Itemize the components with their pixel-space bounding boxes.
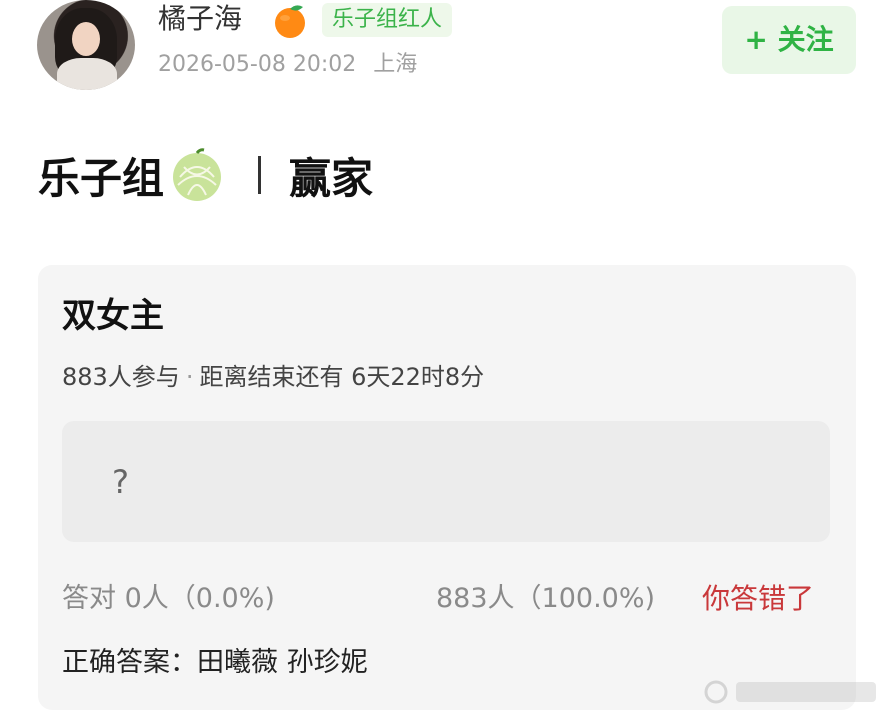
follow-button[interactable]: + 关注 — [722, 6, 856, 74]
avatar-face — [72, 22, 100, 56]
info-dot: · — [185, 363, 194, 391]
quiz-info: 883人参与 · 距离结束还有 6天22时8分 — [62, 360, 484, 394]
quiz-participants: 883人参与 — [62, 363, 180, 391]
avatar[interactable] — [37, 0, 135, 90]
correct-answer: 正确答案：田曦薇 孙珍妮 — [62, 647, 368, 678]
avatar-body — [57, 58, 117, 90]
author-badge[interactable]: 乐子组红人 — [322, 3, 453, 37]
author-name[interactable]: 橘子海 — [158, 2, 242, 36]
tangerine-icon — [275, 5, 305, 38]
post-title-right: 赢家 — [289, 153, 374, 203]
correct-stat: 答对 0人（0.0%) — [62, 583, 275, 614]
post-timestamp: 2026-05-08 20:02 — [158, 52, 357, 77]
title-separator — [258, 156, 262, 194]
post-meta: 2026-05-08 20:02 上海 — [158, 50, 417, 80]
result-label: 你答错了 — [702, 582, 815, 615]
quiz-title: 双女主 — [62, 296, 164, 336]
post-title: 乐子组 赢家 — [38, 140, 373, 210]
watermark-logo — [704, 680, 876, 704]
answer-placeholder: ? — [112, 463, 129, 501]
answer-input-box[interactable] — [62, 421, 830, 542]
quiz-time-left: 距离结束还有 6天22时8分 — [199, 363, 485, 391]
post-title-left: 乐子组 — [38, 153, 165, 203]
wrong-stat: 883人（100.0%) — [436, 583, 656, 614]
post-location: 上海 — [373, 52, 418, 77]
melon-icon — [173, 148, 222, 201]
